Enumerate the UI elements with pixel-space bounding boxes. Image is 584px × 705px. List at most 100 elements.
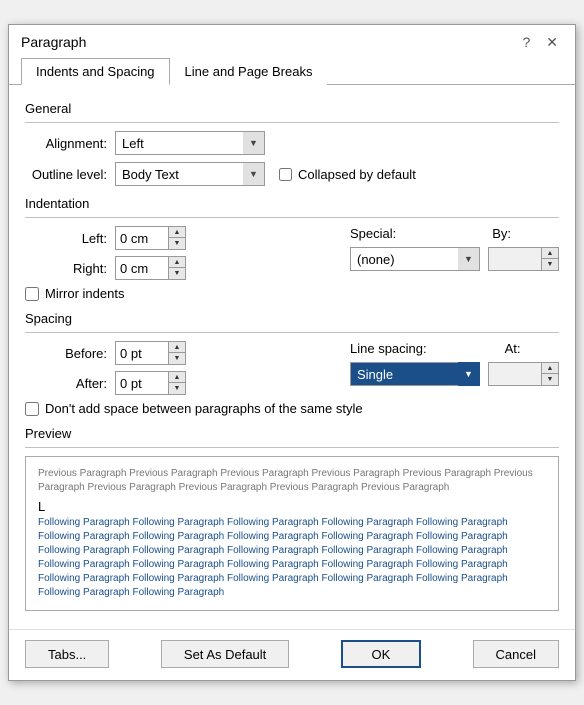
- preview-section-label: Preview: [25, 426, 559, 441]
- spacing-section: Spacing Before: ▲ ▼: [25, 311, 559, 416]
- dialog-footer: Tabs... Set As Default OK Cancel: [9, 629, 575, 680]
- special-label: Special:: [350, 226, 396, 241]
- cancel-button[interactable]: Cancel: [473, 640, 559, 668]
- tab-line-page-breaks[interactable]: Line and Page Breaks: [170, 58, 328, 85]
- indentation-main-row: Left: ▲ ▼ Right:: [25, 226, 559, 280]
- left-indent-spinner: ▲ ▼: [115, 226, 186, 250]
- title-bar: Paragraph ? ✕: [9, 25, 575, 57]
- tab-indents-spacing-label: Indents and Spacing: [36, 64, 155, 79]
- outline-select-wrapper: Body Text Level 1 Level 2 Level 3 ▼: [115, 162, 265, 186]
- left-indent-spinner-buttons: ▲ ▼: [168, 227, 185, 249]
- alignment-label-text: Alignment:: [46, 136, 107, 151]
- indentation-right-col: Special: By: (none) First line Hanging ▼: [350, 226, 559, 271]
- right-indent-input[interactable]: [116, 257, 168, 279]
- at-input[interactable]: [489, 363, 541, 385]
- left-indent-input[interactable]: [116, 227, 168, 249]
- right-indent-label: Right:: [25, 261, 115, 276]
- paragraph-dialog: Paragraph ? ✕ Indents and Spacing Line a…: [8, 24, 576, 681]
- close-button[interactable]: ✕: [541, 33, 563, 51]
- outline-select[interactable]: Body Text Level 1 Level 2 Level 3: [115, 162, 265, 186]
- after-up[interactable]: ▲: [169, 372, 185, 383]
- after-label-text: After:: [76, 376, 107, 391]
- at-spinner-buttons: ▲ ▼: [541, 363, 558, 385]
- preview-box: Previous Paragraph Previous Paragraph Pr…: [25, 456, 559, 611]
- left-indent-label: Left:: [25, 231, 115, 246]
- preview-following-paragraph: Following Paragraph Following Paragraph …: [38, 516, 546, 600]
- alignment-select-wrapper: Left Centered Right Justified ▼: [115, 131, 265, 155]
- indentation-left-col: Left: ▲ ▼ Right:: [25, 226, 186, 280]
- dialog-title: Paragraph: [21, 34, 86, 50]
- mirror-indents-label: Mirror indents: [45, 286, 124, 301]
- left-indent-up[interactable]: ▲: [169, 227, 185, 238]
- dont-add-space-checkbox[interactable]: [25, 402, 39, 416]
- by-input[interactable]: [489, 248, 541, 270]
- tab-indents-spacing[interactable]: Indents and Spacing: [21, 58, 170, 85]
- by-up[interactable]: ▲: [542, 248, 558, 259]
- right-indent-up[interactable]: ▲: [169, 257, 185, 268]
- by-label-placeholder: [404, 226, 484, 241]
- right-indent-row: Right: ▲ ▼: [25, 256, 186, 280]
- general-divider: [25, 122, 559, 123]
- indentation-section: Indentation Left: ▲ ▼: [25, 196, 559, 301]
- right-indent-spinner: ▲ ▼: [115, 256, 186, 280]
- before-spinner-buttons: ▲ ▼: [168, 342, 185, 364]
- right-indent-label-text: Right:: [73, 261, 107, 276]
- dialog-content: General Alignment: Left Centered Right J…: [9, 85, 575, 629]
- by-spinner-buttons: ▲ ▼: [541, 248, 558, 270]
- before-spinner: ▲ ▼: [115, 341, 186, 365]
- at-spinner: ▲ ▼: [488, 362, 559, 386]
- after-row: After: ▲ ▼: [25, 371, 186, 395]
- after-spinner: ▲ ▼: [115, 371, 186, 395]
- after-input[interactable]: [116, 372, 168, 394]
- after-label: After:: [25, 376, 115, 391]
- alignment-select[interactable]: Left Centered Right Justified: [115, 131, 265, 155]
- at-label-placeholder: [435, 341, 497, 356]
- special-select[interactable]: (none) First line Hanging: [350, 247, 480, 271]
- alignment-row: Alignment: Left Centered Right Justified…: [25, 131, 559, 155]
- mirror-indents-checkbox[interactable]: [25, 287, 39, 301]
- dont-add-space-label: Don't add space between paragraphs of th…: [45, 401, 363, 416]
- ok-button[interactable]: OK: [341, 640, 421, 668]
- tab-line-page-breaks-label: Line and Page Breaks: [185, 64, 313, 79]
- by-down[interactable]: ▼: [542, 259, 558, 270]
- before-input[interactable]: [116, 342, 168, 364]
- tabs-button[interactable]: Tabs...: [25, 640, 109, 668]
- spacing-right-col: Line spacing: At: Single 1.5 lines Doubl…: [350, 341, 559, 386]
- line-spacing-select[interactable]: Single 1.5 lines Double At least Exactly…: [350, 362, 480, 386]
- spacing-divider: [25, 332, 559, 333]
- left-indent-label-text: Left:: [82, 231, 107, 246]
- after-spinner-buttons: ▲ ▼: [168, 372, 185, 394]
- tab-bar: Indents and Spacing Line and Page Breaks: [9, 57, 575, 85]
- spacing-main-row: Before: ▲ ▼ After:: [25, 341, 559, 395]
- special-row: Special: By:: [350, 226, 559, 241]
- help-button[interactable]: ?: [517, 33, 535, 51]
- preview-main-char: L: [38, 499, 546, 514]
- before-up[interactable]: ▲: [169, 342, 185, 353]
- line-spacing-select-wrapper: Single 1.5 lines Double At least Exactly…: [350, 362, 480, 386]
- special-select-row: (none) First line Hanging ▼ ▲ ▼: [350, 247, 559, 271]
- line-spacing-label: Line spacing:: [350, 341, 427, 356]
- general-section-label: General: [25, 101, 559, 116]
- alignment-label: Alignment:: [25, 136, 115, 151]
- preview-previous-paragraph: Previous Paragraph Previous Paragraph Pr…: [38, 467, 546, 495]
- right-indent-spinner-buttons: ▲ ▼: [168, 257, 185, 279]
- by-label: By:: [492, 226, 511, 241]
- after-down[interactable]: ▼: [169, 383, 185, 394]
- before-down[interactable]: ▼: [169, 353, 185, 364]
- collapsed-label: Collapsed by default: [298, 167, 416, 182]
- set-default-button[interactable]: Set As Default: [161, 640, 289, 668]
- line-spacing-header-row: Line spacing: At:: [350, 341, 559, 356]
- title-bar-buttons: ? ✕: [517, 33, 563, 51]
- right-indent-down[interactable]: ▼: [169, 268, 185, 279]
- indentation-section-label: Indentation: [25, 196, 559, 211]
- at-up[interactable]: ▲: [542, 363, 558, 374]
- outline-label: Outline level:: [25, 167, 115, 182]
- special-select-wrapper: (none) First line Hanging ▼: [350, 247, 480, 271]
- before-row: Before: ▲ ▼: [25, 341, 186, 365]
- collapsed-checkbox[interactable]: [279, 168, 292, 181]
- at-down[interactable]: ▼: [542, 374, 558, 385]
- before-label: Before:: [25, 346, 115, 361]
- indentation-divider: [25, 217, 559, 218]
- left-indent-down[interactable]: ▼: [169, 238, 185, 249]
- preview-divider: [25, 447, 559, 448]
